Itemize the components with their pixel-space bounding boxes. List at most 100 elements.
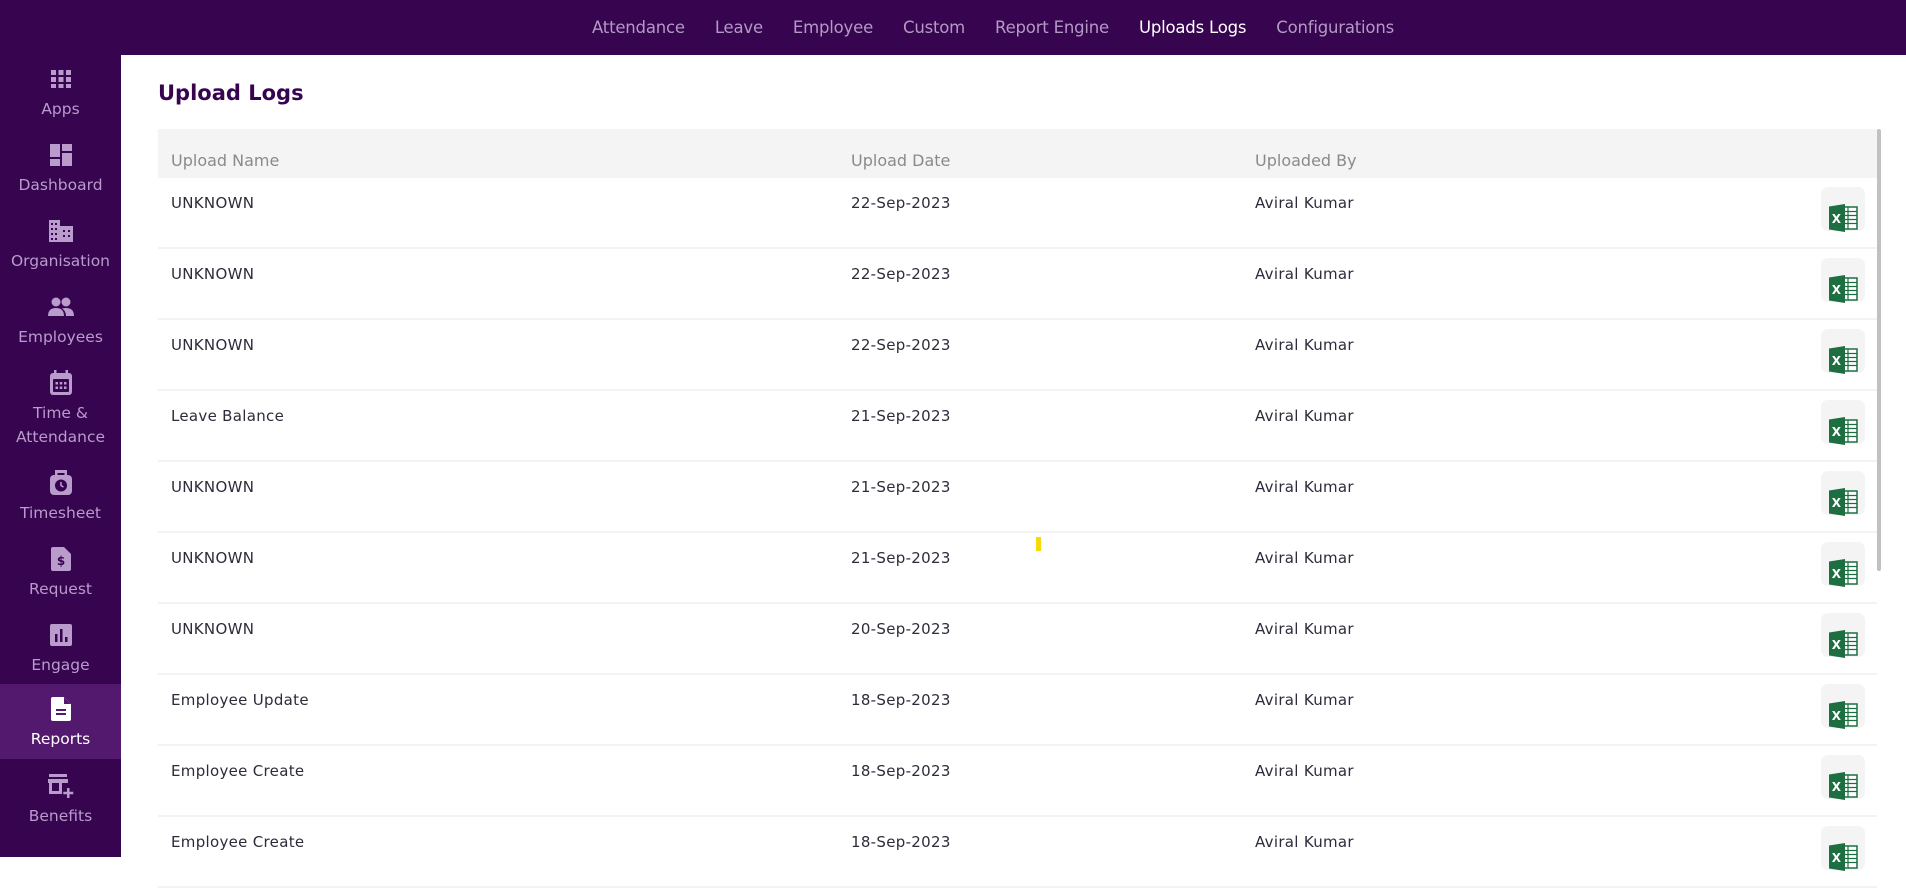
tab-uploads-logs[interactable]: Uploads Logs <box>1139 18 1247 37</box>
download-excel-button[interactable]: X <box>1821 400 1865 445</box>
people-icon <box>47 293 75 321</box>
upload-date-cell: 18-Sep-2023 <box>851 762 951 780</box>
download-excel-button[interactable]: X <box>1821 258 1865 303</box>
tab-leave[interactable]: Leave <box>715 18 763 37</box>
upload-logs-table: Upload Name Upload Date Uploaded By UNKN… <box>158 129 1877 888</box>
excel-download-icon: X <box>1827 771 1859 805</box>
uploaded-by-cell: Aviral Kumar <box>1255 691 1354 709</box>
building-icon <box>47 217 75 245</box>
svg-text:X: X <box>1832 425 1842 439</box>
tab-report-engine[interactable]: Report Engine <box>995 18 1109 37</box>
upload-name-cell: UNKNOWN <box>171 265 255 283</box>
table-body: UNKNOWN 22-Sep-2023 Aviral Kumar X UNKNO… <box>158 178 1877 888</box>
uploaded-by-cell: Aviral Kumar <box>1255 833 1354 851</box>
table-row[interactable]: UNKNOWN 20-Sep-2023 Aviral Kumar X <box>158 604 1877 675</box>
uploaded-by-cell: Aviral Kumar <box>1255 194 1354 212</box>
table-row[interactable]: UNKNOWN 22-Sep-2023 Aviral Kumar X <box>158 178 1877 249</box>
svg-text:X: X <box>1832 354 1842 368</box>
scrollbar-thumb[interactable] <box>1877 129 1881 571</box>
upload-name-cell: Employee Create <box>171 762 305 780</box>
excel-download-icon: X <box>1827 700 1859 734</box>
uploaded-by-cell: Aviral Kumar <box>1255 407 1354 425</box>
upload-name-cell: UNKNOWN <box>171 478 255 496</box>
upload-date-cell: 22-Sep-2023 <box>851 336 951 354</box>
tab-employee[interactable]: Employee <box>793 18 873 37</box>
tab-configurations[interactable]: Configurations <box>1276 18 1394 37</box>
tab-custom[interactable]: Custom <box>903 18 965 37</box>
column-header-uploaded-by[interactable]: Uploaded By <box>1255 151 1357 170</box>
tab-attendance[interactable]: Attendance <box>592 18 685 37</box>
table-row[interactable]: UNKNOWN 22-Sep-2023 Aviral Kumar X <box>158 249 1877 320</box>
excel-download-icon: X <box>1827 842 1859 876</box>
download-excel-button[interactable]: X <box>1821 613 1865 658</box>
table-row[interactable]: Employee Create 18-Sep-2023 Aviral Kumar… <box>158 746 1877 817</box>
sidebar-item-label: Time & Attendance <box>15 404 106 446</box>
svg-text:X: X <box>1832 638 1842 652</box>
uploaded-by-cell: Aviral Kumar <box>1255 620 1354 638</box>
sidebar-item-label: Dashboard <box>18 176 103 194</box>
sidebar-item-apps[interactable]: Apps <box>0 65 121 121</box>
sidebar-item-time-attendance[interactable]: Time & Attendance <box>0 369 121 449</box>
upload-date-cell: 21-Sep-2023 <box>851 549 951 567</box>
upload-date-cell: 21-Sep-2023 <box>851 407 951 425</box>
sidebar-item-engage[interactable]: Engage <box>0 621 121 677</box>
upload-name-cell: Employee Update <box>171 691 309 709</box>
download-excel-button[interactable]: X <box>1821 471 1865 516</box>
download-excel-button[interactable]: X <box>1821 684 1865 729</box>
upload-date-cell: 21-Sep-2023 <box>851 478 951 496</box>
table-row[interactable]: Employee Create 18-Sep-2023 Aviral Kumar… <box>158 817 1877 888</box>
excel-download-icon: X <box>1827 487 1859 521</box>
uploaded-by-cell: Aviral Kumar <box>1255 549 1354 567</box>
upload-name-cell: UNKNOWN <box>171 336 255 354</box>
table-row[interactable]: UNKNOWN 21-Sep-2023 Aviral Kumar X <box>158 462 1877 533</box>
sidebar-item-dashboard[interactable]: Dashboard <box>0 141 121 197</box>
sidebar-item-reports[interactable]: Reports <box>0 684 121 759</box>
sidebar-item-label: Organisation <box>10 252 111 270</box>
svg-text:X: X <box>1832 212 1842 226</box>
uploaded-by-cell: Aviral Kumar <box>1255 478 1354 496</box>
uploaded-by-cell: Aviral Kumar <box>1255 336 1354 354</box>
sidebar-item-organisation[interactable]: Organisation <box>0 217 121 273</box>
table-row[interactable]: UNKNOWN 21-Sep-2023 Aviral Kumar X <box>158 533 1877 604</box>
sidebar-item-benefits[interactable]: Benefits <box>0 772 121 828</box>
upload-date-cell: 22-Sep-2023 <box>851 265 951 283</box>
text-cursor-marker <box>1036 537 1041 551</box>
table-row[interactable]: Leave Balance 21-Sep-2023 Aviral Kumar X <box>158 391 1877 462</box>
excel-download-icon: X <box>1827 345 1859 379</box>
excel-download-icon: X <box>1827 558 1859 592</box>
sidebar-item-label: Timesheet <box>20 504 101 522</box>
sidebar-item-request[interactable]: $ Request <box>0 545 121 601</box>
report-document-icon <box>47 695 75 723</box>
download-excel-button[interactable]: X <box>1821 755 1865 800</box>
dashboard-icon <box>47 141 75 169</box>
upload-name-cell: UNKNOWN <box>171 620 255 638</box>
excel-download-icon: X <box>1827 203 1859 237</box>
upload-date-cell: 18-Sep-2023 <box>851 691 951 709</box>
table-header: Upload Name Upload Date Uploaded By <box>158 129 1877 178</box>
store-plus-icon <box>47 772 75 800</box>
column-header-upload-name[interactable]: Upload Name <box>171 151 279 170</box>
excel-download-icon: X <box>1827 629 1859 663</box>
download-excel-button[interactable]: X <box>1821 542 1865 587</box>
upload-name-cell: Employee Create <box>171 833 305 851</box>
svg-text:X: X <box>1832 283 1842 297</box>
excel-download-icon: X <box>1827 416 1859 450</box>
sidebar-item-label: Request <box>29 580 92 598</box>
svg-text:X: X <box>1832 496 1842 510</box>
download-excel-button[interactable]: X <box>1821 187 1865 232</box>
download-excel-button[interactable]: X <box>1821 826 1865 871</box>
sidebar-item-timesheet[interactable]: Timesheet <box>0 469 121 525</box>
svg-text:X: X <box>1832 709 1842 723</box>
sidebar-item-label: Benefits <box>28 807 93 825</box>
column-header-upload-date[interactable]: Upload Date <box>851 151 950 170</box>
upload-name-cell: Leave Balance <box>171 407 285 425</box>
table-row[interactable]: UNKNOWN 22-Sep-2023 Aviral Kumar X <box>158 320 1877 391</box>
upload-date-cell: 22-Sep-2023 <box>851 194 951 212</box>
sidebar: Apps Dashboard Organisation Employees Ti… <box>0 55 121 857</box>
svg-text:X: X <box>1832 851 1842 865</box>
download-excel-button[interactable]: X <box>1821 329 1865 374</box>
uploaded-by-cell: Aviral Kumar <box>1255 265 1354 283</box>
page-title: Upload Logs <box>158 81 304 105</box>
table-row[interactable]: Employee Update 18-Sep-2023 Aviral Kumar… <box>158 675 1877 746</box>
sidebar-item-employees[interactable]: Employees <box>0 293 121 349</box>
